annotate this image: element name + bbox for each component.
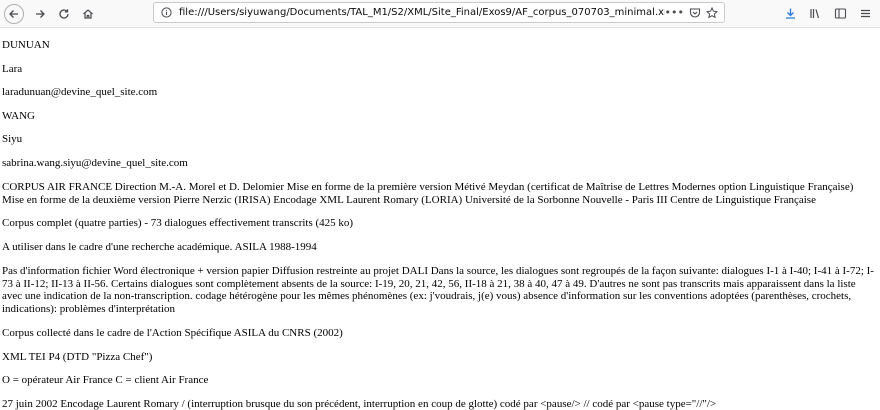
project-description-line: Corpus collecté dans le cadre de l'Actio… bbox=[2, 327, 878, 340]
forward-arrow-icon bbox=[34, 8, 46, 20]
page-actions-menu-icon[interactable]: ••• bbox=[665, 6, 684, 19]
availability-line: A utiliser dans le cadre d'une recherche… bbox=[2, 241, 878, 254]
library-icon[interactable] bbox=[809, 7, 822, 20]
bookmark-star-icon[interactable] bbox=[706, 7, 718, 19]
back-arrow-icon bbox=[8, 8, 20, 20]
url-text[interactable]: file:///Users/siyuwang/Documents/TAL_M1/… bbox=[179, 7, 665, 18]
xml-document-content: DUNUAN Lara laradunuan@devine_quel_site.… bbox=[0, 39, 880, 410]
home-button[interactable] bbox=[78, 4, 98, 24]
speakers-line: O = opérateur Air France C = client Air … bbox=[2, 374, 878, 387]
pocket-icon[interactable] bbox=[689, 7, 701, 19]
toolbar-right-tools bbox=[784, 0, 872, 27]
reload-icon bbox=[58, 8, 70, 20]
sidebar-icon[interactable] bbox=[834, 7, 847, 20]
source-notes-paragraph: Pas d'information fichier Word électroni… bbox=[2, 265, 878, 315]
forward-button[interactable] bbox=[30, 4, 50, 24]
corpus-extent-line: Corpus complet (quatre parties) - 73 dia… bbox=[2, 217, 878, 230]
downloads-icon[interactable] bbox=[784, 7, 797, 20]
back-button[interactable] bbox=[4, 4, 24, 24]
email-line: sabrina.wang.siyu@devine_quel_site.com bbox=[2, 157, 878, 170]
menu-icon[interactable] bbox=[859, 7, 872, 20]
forename-line: Siyu bbox=[2, 133, 878, 146]
corpus-credits-paragraph: CORPUS AIR FRANCE Direction M.-A. Morel … bbox=[2, 181, 878, 206]
email-line: laradunuan@devine_quel_site.com bbox=[2, 86, 878, 99]
revision-line: 27 juin 2002 Encodage Laurent Romary / (… bbox=[2, 398, 878, 410]
page-info-icon[interactable] bbox=[157, 7, 175, 18]
browser-toolbar: file:///Users/siyuwang/Documents/TAL_M1/… bbox=[0, 0, 880, 28]
reload-button[interactable] bbox=[54, 4, 74, 24]
surname-line: WANG bbox=[2, 110, 878, 123]
url-bar[interactable]: file:///Users/siyuwang/Documents/TAL_M1/… bbox=[153, 2, 725, 23]
home-icon bbox=[82, 8, 94, 20]
encoding-line: XML TEI P4 (DTD "Pizza Chef") bbox=[2, 351, 878, 364]
surname-line: DUNUAN bbox=[2, 39, 878, 52]
forename-line: Lara bbox=[2, 63, 878, 76]
